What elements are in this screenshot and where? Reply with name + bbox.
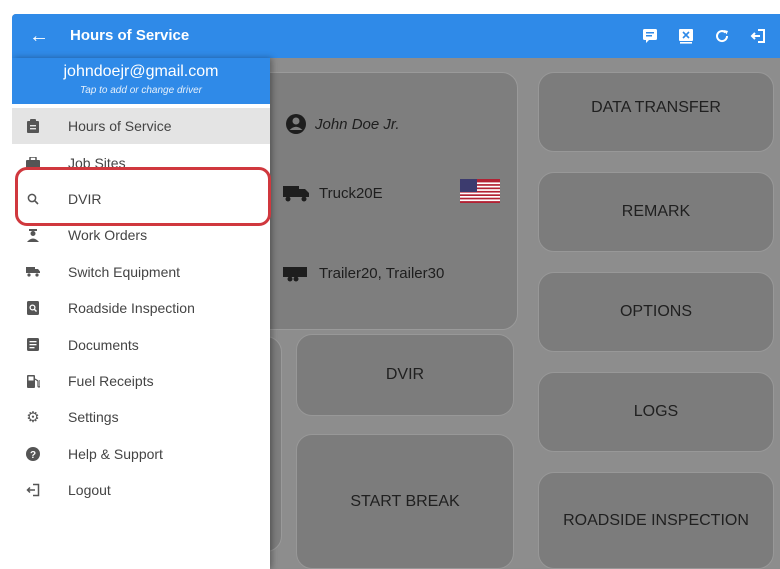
navigation-drawer: johndoejr@gmail.com Tap to add or change… — [12, 58, 270, 569]
driver-switcher[interactable]: johndoejr@gmail.com Tap to add or change… — [12, 58, 270, 104]
options-button[interactable]: OPTIONS — [538, 272, 774, 352]
driver-name: John Doe Jr. — [315, 115, 400, 133]
app-window: ← Hours of Service John Doe Jr. Truck20E… — [12, 14, 780, 569]
driver-email: johndoejr@gmail.com — [63, 63, 219, 80]
trailer-row: Trailer20, Trailer30 — [281, 263, 444, 283]
svg-text:?: ? — [30, 450, 36, 461]
menu-item-fuel-receipts[interactable]: Fuel Receipts — [12, 363, 270, 399]
menu-item-label: Logout — [68, 482, 111, 499]
data-transfer-button[interactable]: DATA TRANSFER — [538, 72, 774, 152]
clipboard-icon — [26, 119, 40, 134]
remark-button[interactable]: REMARK — [538, 172, 774, 252]
truck-icon — [283, 186, 309, 202]
menu-item-label: Switch Equipment — [68, 263, 181, 280]
logs-button[interactable]: LOGS — [538, 372, 774, 452]
menu-item-label: Settings — [68, 409, 119, 426]
menu-item-switch-equipment[interactable]: Switch Equipment — [12, 254, 270, 290]
roadside-inspection-button[interactable]: ROADSIDE INSPECTION — [538, 472, 774, 569]
driver-row: John Doe Jr. — [285, 113, 400, 135]
data-export-icon[interactable] — [670, 21, 702, 51]
back-arrow-icon[interactable]: ← — [26, 23, 52, 49]
menu-item-label: Help & Support — [68, 445, 163, 462]
truck-icon — [26, 265, 40, 279]
inspection-icon — [26, 301, 40, 316]
document-icon — [26, 338, 40, 352]
logout-icon[interactable] — [742, 21, 774, 51]
refresh-icon[interactable] — [706, 21, 738, 51]
trailer-icon — [283, 267, 307, 282]
menu-item-logout[interactable]: Logout — [12, 472, 270, 508]
menu-item-settings[interactable]: ⚙ Settings — [12, 399, 270, 435]
logout-icon — [26, 483, 40, 497]
menu-item-label: Work Orders — [68, 227, 148, 244]
truck-number: Truck20E — [319, 184, 383, 202]
menu-item-help-support[interactable]: ? Help & Support — [12, 436, 270, 472]
truck-row: Truck20E — [281, 183, 383, 203]
us-flag-icon — [460, 179, 500, 203]
page-title: Hours of Service — [70, 27, 190, 44]
gear-icon: ⚙ — [26, 409, 40, 427]
app-bar-actions — [630, 21, 774, 51]
menu-item-documents[interactable]: Documents — [12, 326, 270, 362]
app-bar: ← Hours of Service — [12, 14, 780, 58]
menu-item-label: Hours of Service — [68, 118, 172, 135]
menu-item-label: Documents — [68, 336, 139, 353]
trailer-numbers: Trailer20, Trailer30 — [319, 264, 445, 282]
menu-item-label: Roadside Inspection — [68, 300, 195, 317]
dvir-button[interactable]: DVIR — [296, 334, 514, 416]
fuel-icon — [26, 374, 40, 388]
driver-switch-hint: Tap to add or change driver — [80, 85, 202, 96]
dvir-highlight-callout — [15, 167, 271, 226]
driver-avatar-icon — [286, 114, 306, 134]
start-break-button[interactable]: START BREAK — [296, 434, 514, 569]
menu-item-hours-of-service[interactable]: Hours of Service — [12, 108, 270, 145]
menu-item-roadside-inspection[interactable]: Roadside Inspection — [12, 290, 270, 326]
menu-item-label: Fuel Receipts — [68, 372, 154, 389]
help-icon: ? — [26, 446, 40, 461]
worker-icon — [26, 228, 40, 243]
message-icon[interactable] — [634, 21, 666, 51]
